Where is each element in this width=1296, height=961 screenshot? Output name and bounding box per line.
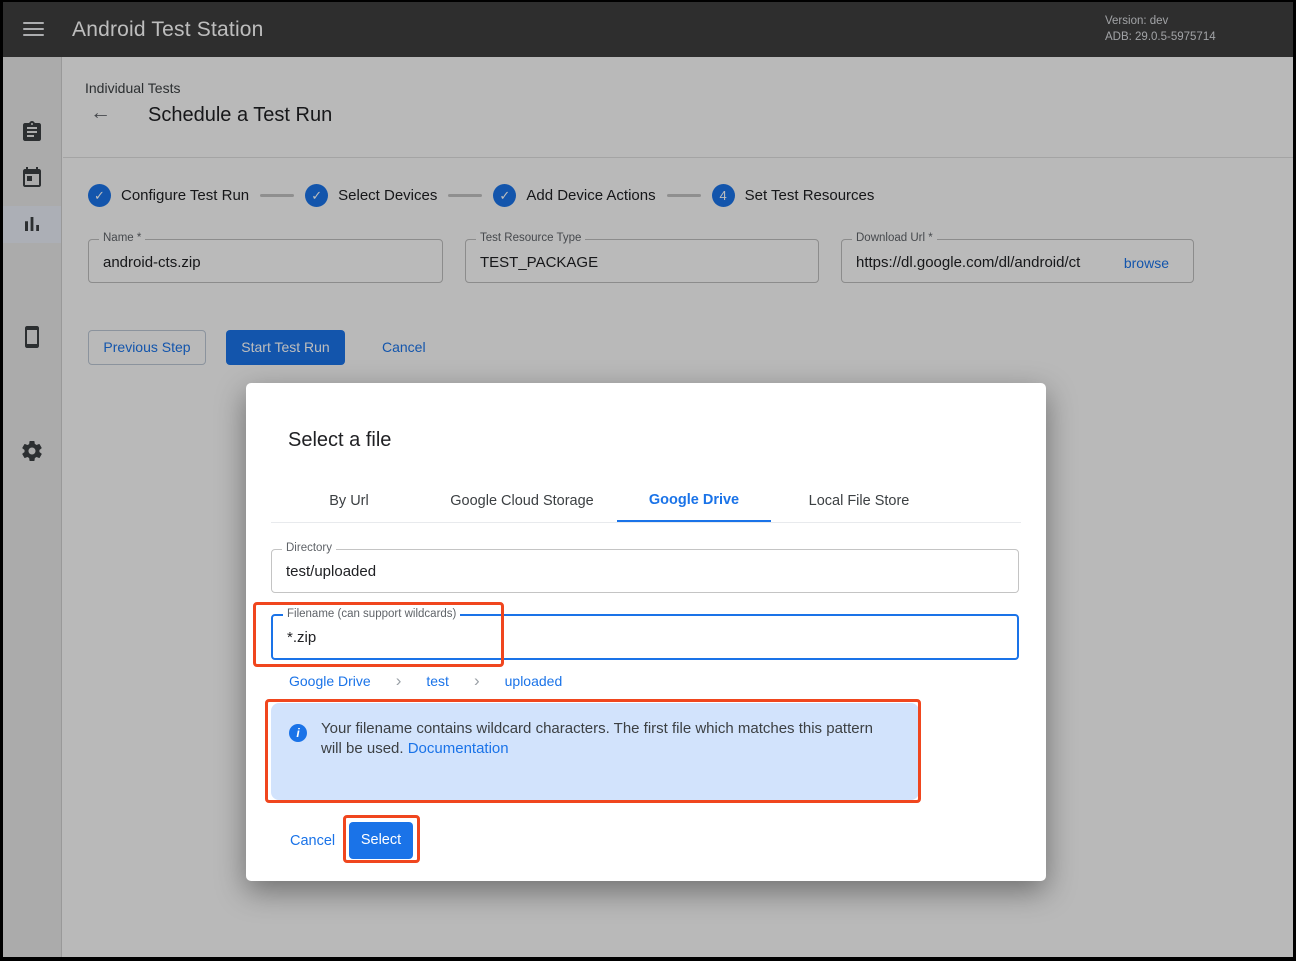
tab-local-file-store[interactable]: Local File Store bbox=[771, 479, 947, 522]
directory-field-label: Directory bbox=[282, 542, 336, 554]
chevron-right-icon: › bbox=[474, 671, 480, 691]
dialog-tabbar: By Url Google Cloud Storage Google Drive… bbox=[271, 479, 1021, 523]
app-window: Android Test Station Version: dev ADB: 2… bbox=[3, 2, 1293, 957]
drive-breadcrumb: Google Drive › test › uploaded bbox=[289, 671, 562, 691]
breadcrumb-google-drive[interactable]: Google Drive bbox=[289, 673, 371, 689]
breadcrumb-uploaded[interactable]: uploaded bbox=[505, 673, 563, 689]
select-file-dialog: Select a file By Url Google Cloud Storag… bbox=[246, 383, 1046, 881]
documentation-link[interactable]: Documentation bbox=[408, 740, 509, 757]
filename-field: Filename (can support wildcards) bbox=[271, 614, 1019, 660]
directory-field: Directory bbox=[271, 549, 1019, 593]
wildcard-info-alert: i Your filename contains wildcard charac… bbox=[271, 703, 919, 800]
chevron-right-icon: › bbox=[396, 671, 402, 691]
filename-input[interactable] bbox=[287, 629, 987, 646]
alert-message-text: Your filename contains wildcard characte… bbox=[321, 720, 873, 757]
info-icon: i bbox=[289, 724, 307, 742]
dialog-select-button[interactable]: Select bbox=[349, 822, 413, 859]
directory-input[interactable] bbox=[286, 563, 986, 580]
breadcrumb-test[interactable]: test bbox=[426, 673, 449, 689]
dialog-title: Select a file bbox=[288, 429, 391, 452]
dialog-cancel-button[interactable]: Cancel bbox=[284, 823, 341, 859]
alert-message: Your filename contains wildcard characte… bbox=[321, 719, 883, 758]
tab-by-url[interactable]: By Url bbox=[271, 479, 427, 522]
screen: Android Test Station Version: dev ADB: 2… bbox=[0, 0, 1296, 961]
filename-field-label: Filename (can support wildcards) bbox=[283, 608, 460, 620]
tab-google-drive[interactable]: Google Drive bbox=[617, 479, 771, 522]
tab-google-cloud-storage[interactable]: Google Cloud Storage bbox=[427, 479, 617, 522]
